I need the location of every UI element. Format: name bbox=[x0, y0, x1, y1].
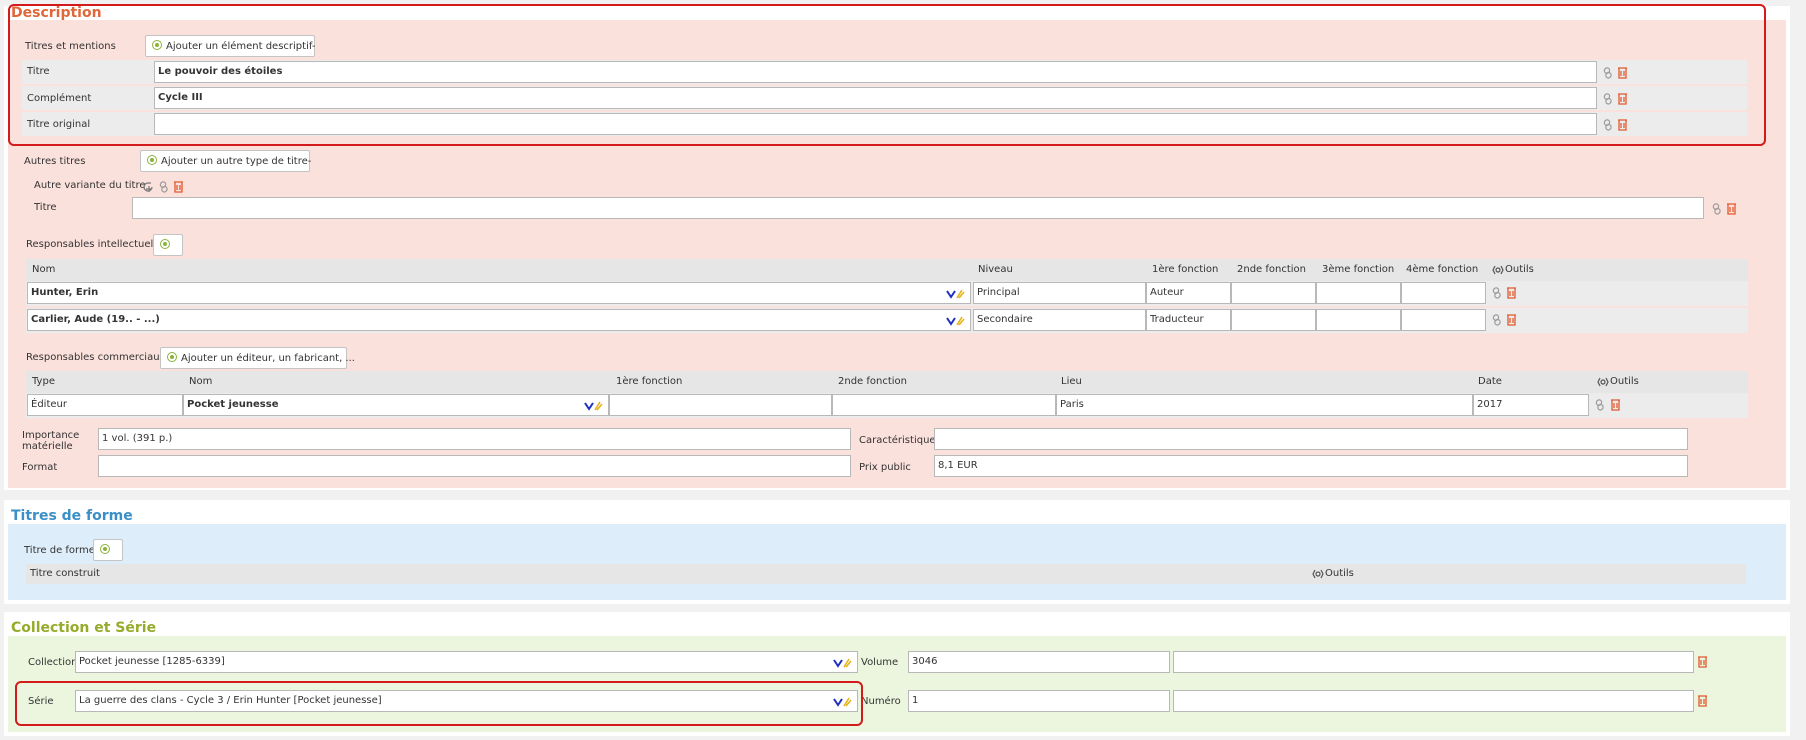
collection-input[interactable]: Pocket jeunesse [1285-6339] bbox=[75, 651, 858, 673]
resp-f2-input[interactable] bbox=[1231, 309, 1316, 331]
tools-icon bbox=[1492, 265, 1504, 275]
add-resp-intel-button[interactable] bbox=[153, 234, 183, 256]
col-lieu: Lieu bbox=[1061, 376, 1082, 387]
volume-extra-input[interactable] bbox=[1173, 651, 1694, 673]
col-outils: Outils bbox=[1610, 376, 1639, 387]
tools-icon bbox=[1597, 377, 1609, 387]
resp-f1-input[interactable]: Auteur bbox=[1146, 282, 1231, 304]
delete-icon[interactable] bbox=[1726, 203, 1737, 215]
publisher-date-input[interactable]: 2017 bbox=[1473, 394, 1589, 416]
resp-intel-header bbox=[26, 259, 1748, 281]
select-authority-icon[interactable] bbox=[946, 288, 968, 300]
col-fonction-4: 4ème fonction bbox=[1406, 264, 1479, 275]
resp-f3-input[interactable] bbox=[1316, 282, 1401, 304]
col-date: Date bbox=[1478, 376, 1502, 387]
numero-label: Numéro bbox=[861, 696, 901, 707]
resp-niveau-input[interactable]: Principal bbox=[973, 282, 1146, 304]
add-publisher-button[interactable]: Ajouter un éditeur, un fabricant, ... bbox=[160, 347, 355, 369]
select-authority-icon[interactable] bbox=[946, 315, 968, 327]
plus-icon bbox=[100, 544, 110, 554]
resp-f4-input[interactable] bbox=[1401, 309, 1486, 331]
format-input[interactable] bbox=[98, 455, 851, 477]
link-icon[interactable] bbox=[1492, 287, 1501, 299]
resp-f3-input[interactable] bbox=[1316, 309, 1401, 331]
volume-input[interactable]: 3046 bbox=[908, 651, 1170, 673]
titres-forme-panel-bg bbox=[8, 524, 1786, 600]
resp-f1-input[interactable]: Traducteur bbox=[1146, 309, 1231, 331]
titre-forme-header bbox=[26, 564, 1746, 584]
numero-extra-input[interactable] bbox=[1173, 690, 1694, 712]
delete-icon[interactable] bbox=[1697, 656, 1708, 668]
delete-icon[interactable] bbox=[1506, 287, 1517, 299]
caracteristiques-input[interactable] bbox=[934, 428, 1688, 450]
col-type: Type bbox=[32, 376, 55, 387]
autre-titre-input[interactable] bbox=[132, 197, 1704, 219]
plus-icon bbox=[167, 352, 177, 362]
collection-serie-title: Collection et Série bbox=[11, 620, 157, 636]
resp-nom-input[interactable]: Carlier, Aude (19.. - ...) bbox=[27, 309, 971, 331]
importance-label: Importance matérielle bbox=[22, 430, 80, 452]
prix-input[interactable]: 8,1 EUR bbox=[934, 455, 1688, 477]
link-icon[interactable] bbox=[1595, 399, 1604, 411]
resp-f2-input[interactable] bbox=[1231, 282, 1316, 304]
publisher-f1-input[interactable] bbox=[609, 394, 832, 416]
add-titre-forme-button[interactable] bbox=[93, 539, 123, 561]
publisher-lieu-input[interactable]: Paris bbox=[1056, 394, 1473, 416]
col-fonction-2: 2nde fonction bbox=[1237, 264, 1307, 275]
titres-forme-section bbox=[4, 500, 1790, 604]
publisher-type-input[interactable]: Éditeur bbox=[27, 394, 183, 416]
link-icon[interactable] bbox=[159, 181, 168, 193]
importance-input[interactable]: 1 vol. (391 p.) bbox=[98, 428, 851, 450]
autre-titre-label: Titre bbox=[34, 202, 57, 213]
highlight-box-titres bbox=[8, 4, 1766, 146]
titre-forme-label: Titre de forme bbox=[24, 545, 95, 556]
resp-intel-label: Responsables intellectuels bbox=[26, 239, 159, 250]
col-nom: Nom bbox=[32, 264, 56, 275]
add-variant-icon[interactable] bbox=[142, 181, 154, 193]
col-fonction-1: 1ère fonction bbox=[616, 376, 683, 387]
collection-label: Collection bbox=[28, 657, 78, 668]
delete-icon[interactable] bbox=[1610, 399, 1621, 411]
autres-titres-label: Autres titres bbox=[24, 156, 86, 167]
volume-label: Volume bbox=[861, 657, 899, 668]
delete-icon[interactable] bbox=[173, 181, 184, 193]
plus-icon bbox=[160, 239, 170, 249]
col-fonction-1: 1ère fonction bbox=[1152, 264, 1219, 275]
resp-nom-input[interactable]: Hunter, Erin bbox=[27, 282, 971, 304]
select-authority-icon[interactable] bbox=[584, 400, 606, 412]
resp-f4-input[interactable] bbox=[1401, 282, 1486, 304]
link-icon[interactable] bbox=[1492, 314, 1501, 326]
select-authority-icon[interactable] bbox=[833, 657, 855, 669]
link-icon[interactable] bbox=[1712, 203, 1721, 215]
caracteristiques-label: Caractéristiques bbox=[859, 435, 941, 446]
col-outils: Outils bbox=[1505, 264, 1534, 275]
delete-icon[interactable] bbox=[1697, 695, 1708, 707]
highlight-box-serie bbox=[15, 681, 863, 726]
publisher-name-input[interactable]: Pocket jeunesse bbox=[183, 394, 609, 416]
autre-variante-label: Autre variante du titre bbox=[34, 180, 146, 191]
titres-forme-title: Titres de forme bbox=[11, 508, 133, 524]
delete-icon[interactable] bbox=[1506, 314, 1517, 326]
publisher-f2-input[interactable] bbox=[832, 394, 1056, 416]
col-nom: Nom bbox=[189, 376, 213, 387]
resp-niveau-input[interactable]: Secondaire bbox=[973, 309, 1146, 331]
col-titre-construit: Titre construit bbox=[30, 568, 100, 579]
plus-icon bbox=[147, 155, 157, 165]
tools-icon bbox=[1312, 569, 1324, 579]
col-fonction-2: 2nde fonction bbox=[838, 376, 908, 387]
format-label: Format bbox=[22, 462, 58, 473]
prix-label: Prix public bbox=[859, 462, 911, 473]
numero-input[interactable]: 1 bbox=[908, 690, 1170, 712]
add-other-title-type-button[interactable]: Ajouter un autre type de titre- bbox=[140, 150, 311, 172]
col-fonction-3: 3ème fonction bbox=[1322, 264, 1395, 275]
col-niveau: Niveau bbox=[978, 264, 1013, 275]
resp-comm-label: Responsables commerciaux bbox=[26, 352, 166, 363]
col-outils: Outils bbox=[1325, 568, 1354, 579]
